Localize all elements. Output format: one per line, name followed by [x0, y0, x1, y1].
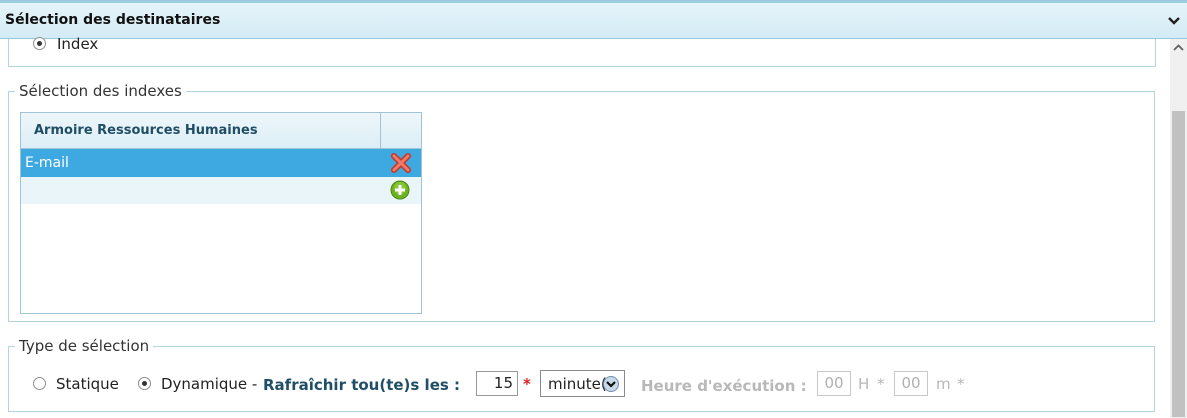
row-label: E-mail [25, 155, 69, 171]
static-radio[interactable] [33, 377, 46, 390]
unit-select[interactable]: minute( [540, 370, 625, 397]
grid-header: Armoire Ressources Humaines [21, 113, 421, 149]
chevron-down-icon[interactable] [603, 376, 619, 392]
scrollbar-thumb[interactable] [1172, 111, 1185, 417]
section-header[interactable]: Sélection des destinataires [0, 3, 1187, 39]
hours-unit: H [858, 375, 870, 393]
minutes-unit: m [936, 375, 951, 393]
unit-select-value: minute( [548, 375, 607, 393]
new-row[interactable] [21, 177, 421, 204]
index-radio[interactable] [33, 37, 46, 50]
delete-icon[interactable] [390, 152, 412, 174]
indexes-grid: Armoire Ressources Humaines E-mail [20, 112, 422, 314]
index-radio-label: Index [57, 35, 99, 53]
dynamic-radio-label: Dynamique - [161, 375, 258, 393]
grid-column-header[interactable]: Armoire Ressources Humaines [34, 123, 258, 138]
static-radio-label: Statique [56, 375, 119, 393]
indexes-legend: Sélection des indexes [19, 82, 182, 100]
dynamic-radio[interactable] [138, 377, 151, 390]
selection-type-legend: Type de sélection [19, 337, 150, 355]
chevron-down-icon[interactable] [1167, 14, 1181, 28]
refresh-label: Rafraîchir tou(te)s les : [263, 376, 461, 394]
minutes-required-marker: * [957, 375, 965, 393]
exec-minutes-input[interactable]: 00 [894, 371, 928, 396]
refresh-interval-input[interactable]: 15 [476, 371, 518, 396]
vertical-scrollbar[interactable] [1170, 39, 1187, 418]
hours-required-marker: * [877, 375, 885, 393]
table-row[interactable]: E-mail [21, 149, 421, 177]
add-icon[interactable] [390, 180, 410, 200]
grid-header-divider [380, 113, 381, 148]
exec-hours-input[interactable]: 00 [817, 371, 851, 396]
recipient-type-box: Index [8, 35, 1156, 67]
scroll-up-icon[interactable] [1170, 41, 1187, 55]
exec-time-label: Heure d'exécution : [641, 377, 807, 395]
section-title: Sélection des destinataires [5, 12, 221, 28]
required-marker: * [523, 375, 531, 393]
